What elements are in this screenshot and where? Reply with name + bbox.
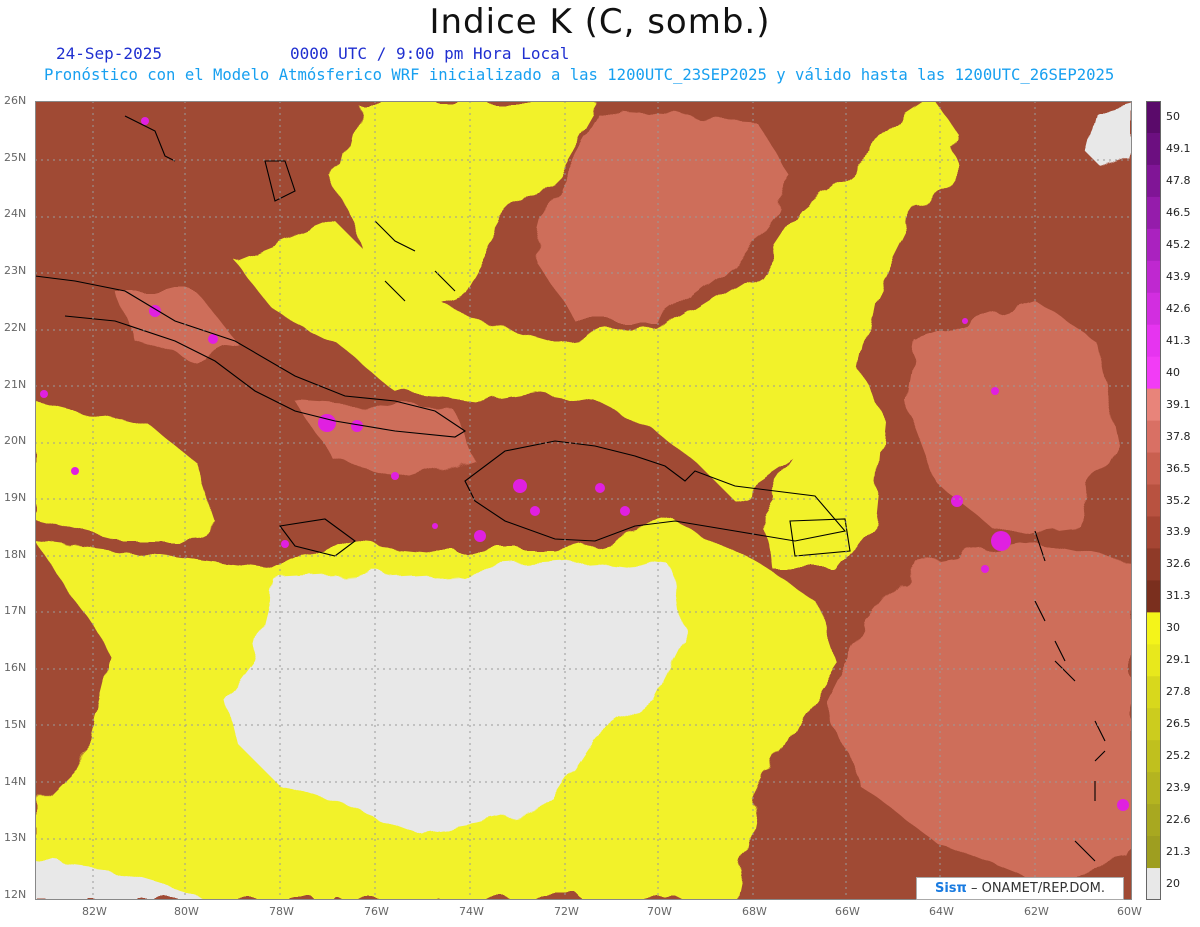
colorbar-swatch: [1146, 101, 1161, 134]
colorbar-swatch: [1146, 132, 1161, 166]
colorbar-swatch: [1146, 260, 1161, 294]
colorbar-label: 20: [1166, 877, 1180, 891]
colorbar: [1146, 101, 1161, 900]
lat-label: 21N: [4, 377, 27, 391]
colorbar-swatch: [1146, 228, 1161, 262]
colorbar-label: 23.9: [1166, 781, 1191, 795]
lon-label: 76W: [364, 905, 389, 918]
lon-label: 82W: [82, 905, 107, 918]
colorbar-label: 49.1: [1166, 141, 1191, 155]
colorbar-swatch: [1146, 420, 1161, 454]
colorbar-label: 31.3: [1166, 589, 1191, 603]
lon-label: 72W: [554, 905, 579, 918]
colorbar-swatch: [1146, 356, 1161, 390]
colorbar-label: 39.1: [1166, 397, 1191, 411]
colorbar-swatch: [1146, 548, 1161, 581]
lat-label: 19N: [4, 491, 27, 504]
sispi-logo: Sisπ: [934, 881, 967, 896]
colorbar-swatch: [1146, 676, 1161, 709]
lat-label: 15N: [4, 717, 27, 731]
lat-label: 12N: [4, 888, 27, 901]
lat-label: 23N: [4, 264, 27, 278]
colorbar-swatch: [1146, 164, 1161, 198]
colorbar-swatch: [1146, 708, 1161, 741]
lat-label: 25N: [4, 150, 27, 164]
lat-label: 13N: [4, 831, 27, 845]
colorbar-label: 50: [1166, 109, 1180, 123]
colorbar-swatch: [1146, 772, 1161, 805]
lon-label: 60W: [1117, 905, 1142, 918]
colorbar-swatch: [1146, 740, 1161, 773]
colorbar-label: 26.5: [1166, 717, 1191, 731]
lon-label: 68W: [742, 905, 767, 918]
colorbar-label: 45.2: [1166, 237, 1191, 251]
colorbar-label: 29.1: [1166, 653, 1191, 667]
forecast-date: 24-Sep-2025: [56, 44, 162, 63]
colorbar-swatch: [1146, 612, 1161, 645]
lon-label: 64W: [929, 905, 954, 918]
colorbar-swatch: [1146, 516, 1161, 549]
colorbar-label: 46.5: [1166, 205, 1191, 219]
lat-label: 16N: [4, 661, 27, 675]
colorbar-label: 30: [1166, 621, 1180, 635]
lat-label: 17N: [4, 604, 27, 618]
colorbar-label: 43.9: [1166, 269, 1191, 283]
colorbar-label: 32.6: [1166, 557, 1191, 571]
colorbar-label: 47.8: [1166, 173, 1191, 187]
colorbar-swatch: [1146, 868, 1161, 900]
lat-label: 20N: [4, 434, 27, 448]
colorbar-label: 25.2: [1166, 749, 1191, 763]
colorbar-swatch: [1146, 644, 1161, 677]
colorbar-label: 27.8: [1166, 685, 1191, 699]
colorbar-label: 36.5: [1166, 461, 1191, 475]
colorbar-label: 37.8: [1166, 429, 1191, 443]
colorbar-label: 21.3: [1166, 845, 1191, 859]
credit-text: – ONAMET/REP.DOM.: [970, 881, 1105, 896]
lat-label: 14N: [4, 774, 27, 788]
colorbar-label: 42.6: [1166, 301, 1191, 315]
colorbar-label: 40: [1166, 365, 1180, 379]
chart-title: Indice K (C, somb.): [429, 2, 771, 42]
colorbar-swatch: [1146, 324, 1161, 358]
colorbar-swatch: [1146, 836, 1161, 869]
colorbar-label: 22.6: [1166, 813, 1191, 827]
colorbar-swatch: [1146, 484, 1161, 517]
lon-label: 80W: [174, 905, 199, 918]
colorbar-swatch: [1146, 580, 1161, 613]
colorbar-label: 35.2: [1166, 493, 1191, 507]
lat-label: 18N: [4, 547, 27, 561]
lon-label: 74W: [459, 905, 484, 918]
colorbar-swatch: [1146, 452, 1161, 486]
lon-label: 70W: [647, 905, 672, 918]
valid-time: 0000 UTC / 9:00 pm Hora Local: [290, 44, 570, 63]
lon-label: 78W: [269, 905, 294, 918]
credit-box: Sisπ – ONAMET/REP.DOM.: [916, 877, 1124, 900]
colorbar-swatch: [1146, 388, 1161, 422]
lat-label: 24N: [4, 207, 27, 221]
colorbar-swatch: [1146, 804, 1161, 837]
colorbar-swatch: [1146, 196, 1161, 230]
lat-label: 22N: [4, 320, 27, 334]
colorbar-label: 41.3: [1166, 333, 1191, 347]
lon-label: 62W: [1024, 905, 1049, 918]
k-index-map: [35, 101, 1132, 900]
lon-label: 66W: [835, 905, 860, 918]
model-description: Pronóstico con el Modelo Atmósferico WRF…: [44, 66, 1115, 84]
colorbar-label: 33.9: [1166, 525, 1191, 539]
colorbar-swatch: [1146, 292, 1161, 326]
lat-label: 26N: [4, 94, 27, 107]
